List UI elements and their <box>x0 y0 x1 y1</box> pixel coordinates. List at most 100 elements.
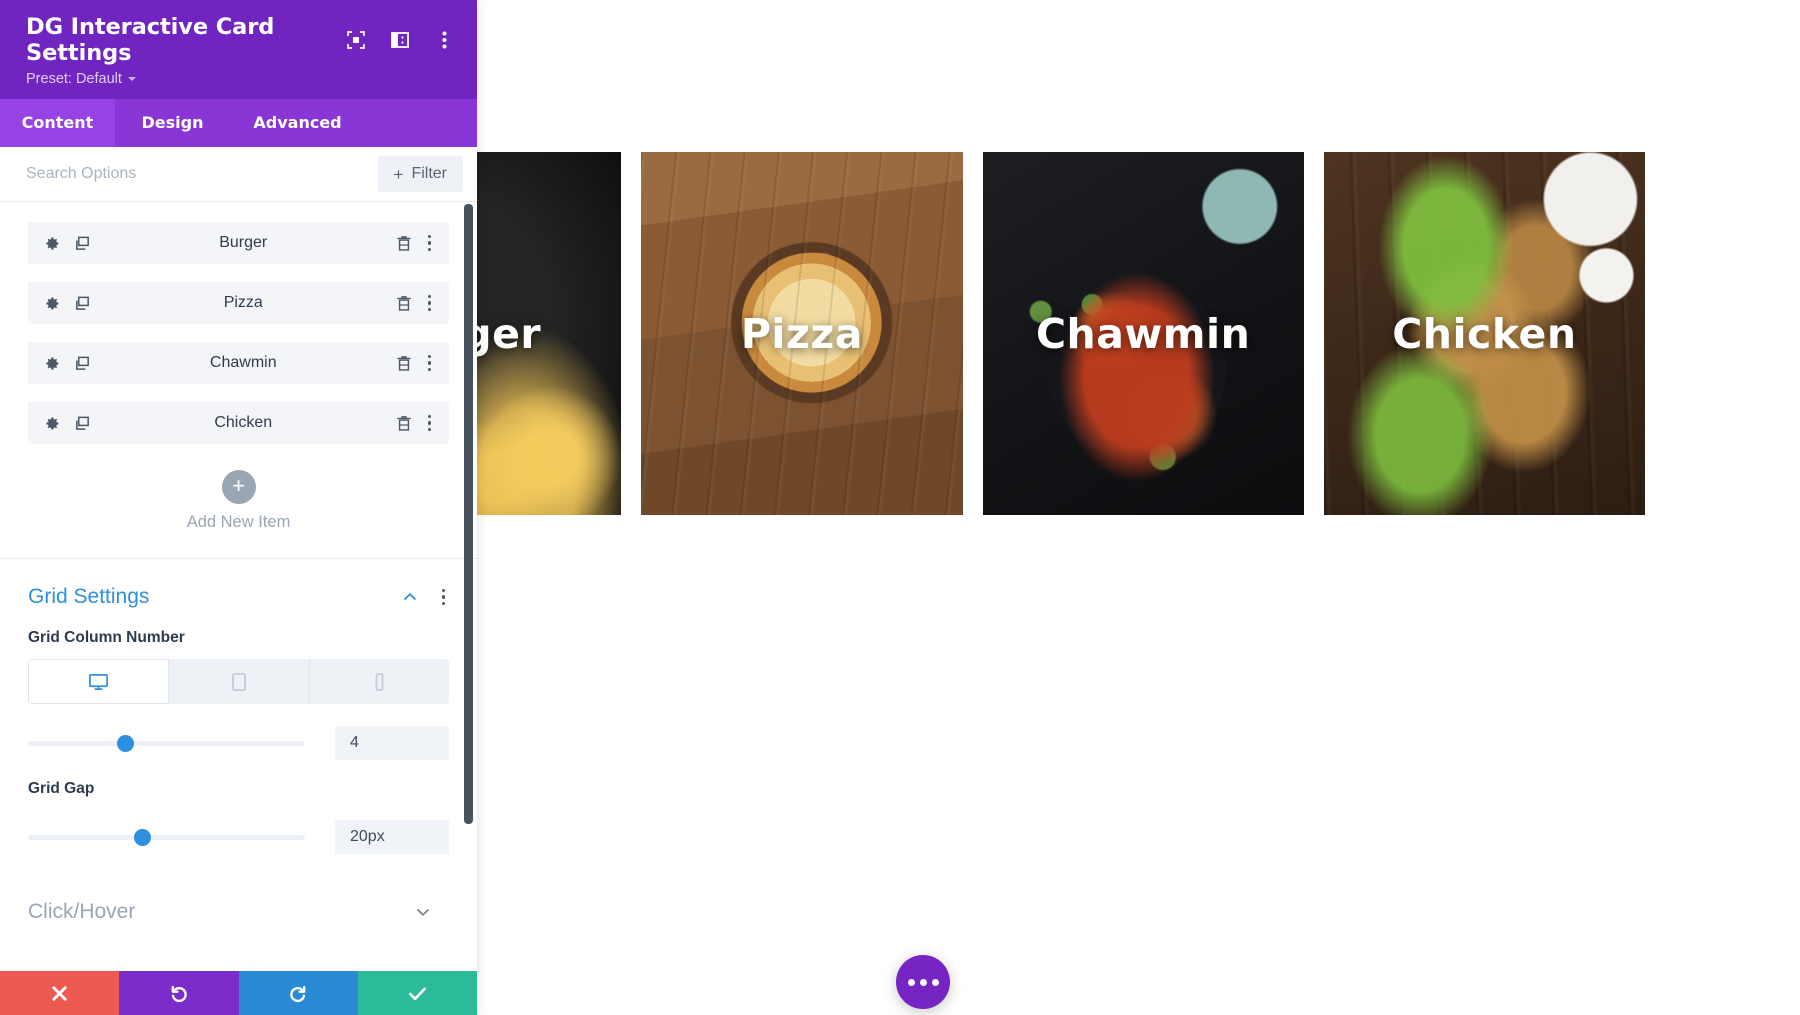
settings-panel: DG Interactive Card Settings Preset: Def… <box>0 0 477 1015</box>
device-tablet-icon[interactable] <box>169 659 310 704</box>
chevron-up-icon[interactable] <box>402 589 418 605</box>
search-input[interactable] <box>26 165 378 183</box>
card-title-chicken: Chicken <box>1392 309 1577 358</box>
gear-icon[interactable] <box>43 295 60 312</box>
check-icon <box>408 986 426 1000</box>
gear-icon[interactable] <box>43 355 60 372</box>
card-pizza[interactable]: Pizza <box>641 152 963 515</box>
panel-header-row: DG Interactive Card Settings <box>26 14 455 66</box>
fab-dot-2 <box>919 978 927 986</box>
card-title-chawmin: Chawmin <box>1035 309 1251 358</box>
dot <box>427 234 431 239</box>
fab-dot-3 <box>931 978 939 986</box>
chevron-down-icon[interactable] <box>415 904 431 920</box>
section-header-grid-settings[interactable]: Grid Settings <box>28 585 449 609</box>
cancel-button[interactable] <box>0 971 120 1015</box>
list-item[interactable]: Burger <box>28 222 449 264</box>
section-more-icon[interactable] <box>438 586 450 609</box>
plus-icon: + <box>393 164 404 184</box>
section-title: Grid Settings <box>28 585 150 608</box>
add-new-item-button[interactable]: + Add New Item <box>0 462 477 558</box>
slider-track <box>28 835 305 840</box>
section-header-click-hover[interactable]: Click/Hover <box>28 900 449 924</box>
device-phone-icon[interactable] <box>309 659 449 704</box>
panel-layout-icon[interactable] <box>389 29 411 51</box>
panel-header-icons <box>345 29 455 51</box>
dot <box>427 247 431 252</box>
tab-content[interactable]: Content <box>0 99 115 147</box>
list-item[interactable]: Chicken <box>28 402 449 444</box>
save-button[interactable] <box>357 971 477 1015</box>
gear-icon[interactable] <box>43 415 60 432</box>
close-icon <box>52 985 67 1001</box>
card-chicken[interactable]: Chicken <box>1323 152 1645 515</box>
more-options-fab[interactable] <box>896 955 950 1009</box>
list-item-more-icon[interactable] <box>424 232 436 255</box>
dot <box>427 414 431 419</box>
gear-icon[interactable] <box>43 235 60 252</box>
card-chawmin[interactable]: Chawmin <box>982 152 1304 515</box>
duplicate-icon[interactable] <box>74 295 91 312</box>
search-row: + Filter <box>0 147 477 202</box>
card-title-pizza: Pizza <box>740 309 863 358</box>
tab-advanced[interactable]: Advanced <box>230 99 365 147</box>
duplicate-icon[interactable] <box>74 235 91 252</box>
plus-icon: + <box>221 470 256 504</box>
panel-more-vertical-icon[interactable] <box>433 29 455 51</box>
undo-button[interactable] <box>119 971 239 1015</box>
redo-button[interactable] <box>238 971 358 1015</box>
dot <box>441 595 445 599</box>
interactive-card-grid: Burger Pizza Chawmin Chicken <box>300 152 1645 515</box>
trash-icon[interactable] <box>396 355 412 372</box>
list-item-more-icon[interactable] <box>424 352 436 375</box>
device-desktop-icon[interactable] <box>28 659 170 704</box>
panel-title: DG Interactive Card Settings <box>26 14 275 66</box>
trash-icon[interactable] <box>396 295 412 312</box>
grid-gap-slider[interactable] <box>28 828 305 846</box>
section-title: Click/Hover <box>28 900 136 923</box>
device-toggle-group <box>28 659 449 704</box>
list-item[interactable]: Pizza <box>28 282 449 324</box>
trash-icon[interactable] <box>396 415 412 432</box>
panel-tabs: Content Design Advanced <box>0 99 477 147</box>
dot <box>427 307 431 312</box>
panel-body-inner: Burger Pizza Chawmin Chicken + Add New I… <box>0 202 477 924</box>
list-item-label: Burger <box>219 234 268 251</box>
redo-icon <box>290 985 306 1003</box>
fab-dot-1 <box>907 978 915 986</box>
duplicate-icon[interactable] <box>74 355 91 372</box>
list-item-label: Chicken <box>214 414 273 431</box>
add-new-item-label: Add New Item <box>186 513 291 531</box>
preset-selector[interactable]: Preset: Default <box>26 71 455 87</box>
grid-column-number-input[interactable]: 4 <box>335 726 449 760</box>
duplicate-icon[interactable] <box>74 415 91 432</box>
panel-header: DG Interactive Card Settings Preset: Def… <box>0 0 477 99</box>
tab-design[interactable]: Design <box>115 99 230 147</box>
dot <box>427 241 431 245</box>
grid-gap-input[interactable]: 20px <box>335 820 449 854</box>
field-label: Grid Column Number <box>28 629 185 646</box>
dot <box>427 301 431 305</box>
dot <box>427 361 431 365</box>
panel-body: Burger Pizza Chawmin Chicken + Add New I… <box>0 202 477 971</box>
grid-column-number-slider[interactable] <box>28 734 305 752</box>
dot <box>427 421 431 425</box>
section-click-hover: Click/Hover <box>0 854 477 924</box>
trash-icon[interactable] <box>396 235 412 252</box>
preset-label: Preset: Default <box>26 71 122 87</box>
list-item[interactable]: Chawmin <box>28 342 449 384</box>
slider-thumb[interactable] <box>116 735 134 752</box>
dot <box>441 601 445 606</box>
dot <box>427 294 431 299</box>
list-item-more-icon[interactable] <box>424 292 436 315</box>
list-item-more-icon[interactable] <box>424 412 436 435</box>
filter-button[interactable]: + Filter <box>377 156 463 192</box>
panel-scrollbar[interactable] <box>464 202 473 971</box>
panel-scrollbar-thumb[interactable] <box>464 204 473 824</box>
undo-icon <box>171 985 187 1003</box>
field-grid-column-number: Grid Column Number 4 <box>28 629 449 760</box>
grid-column-number-row: 4 <box>28 726 449 760</box>
focus-target-icon[interactable] <box>345 29 367 51</box>
slider-thumb[interactable] <box>133 829 151 846</box>
grid-gap-row: 20px <box>28 820 449 854</box>
